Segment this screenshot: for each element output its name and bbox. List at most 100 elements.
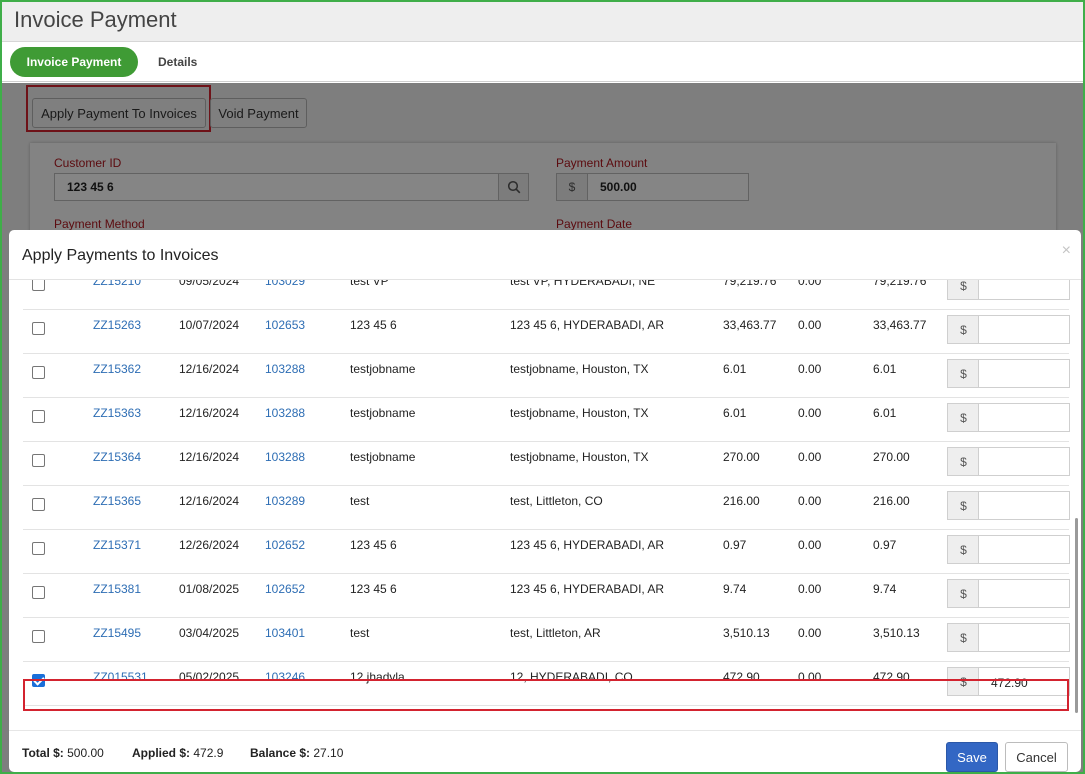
balance-value: 27.10 [313,746,344,760]
job-number-link[interactable]: 103029 [265,280,305,296]
scrollbar-thumb[interactable] [1075,518,1078,713]
row-select-checkbox[interactable] [32,630,45,643]
job-number-link[interactable]: 102652 [265,530,305,560]
paid-amount: 0.00 [798,494,822,508]
invoice-date: 12/26/2024 [179,538,240,552]
invoice-row: ZZ15263 10/07/2024 102653 123 45 6 123 45 6,… [23,310,1070,354]
row-select-checkbox[interactable] [32,322,45,335]
paid-amount: 0.00 [798,406,822,420]
balance-amount: 9.74 [873,582,897,596]
invoice-date: 12/16/2024 [179,450,240,464]
invoice-row: ZZ15363 12/16/2024 103288 testjobname testjo… [23,398,1070,442]
job-name: 123 45 6 [350,318,397,332]
tab-invoice-payment[interactable]: Invoice Payment [10,47,138,77]
row-select-checkbox[interactable] [32,280,45,291]
invoice-number-link[interactable]: ZZ15495 [93,618,141,648]
invoice-number-link[interactable]: ZZ15364 [93,442,141,472]
apply-payments-modal: Apply Payments to Invoices × ZZ15210 09/0… [9,230,1081,772]
save-button[interactable]: Save [946,742,998,772]
row-select-checkbox[interactable] [32,410,45,423]
invoice-row: ZZ15371 12/26/2024 102652 123 45 6 123 45 6,… [23,530,1070,574]
invoice-number-link[interactable]: ZZ15210 [93,280,141,296]
job-number-link[interactable]: 103288 [265,442,305,472]
job-address: test, Littleton, CO [510,494,603,508]
job-name: 123 45 6 [350,538,397,552]
balance-label: Balance $: [250,746,311,760]
invoice-row: ZZ15364 12/16/2024 103288 testjobname testjo… [23,442,1070,486]
job-number-link[interactable]: 102652 [265,574,305,604]
apply-amount-input[interactable] [978,403,1070,432]
invoice-number-link[interactable]: ZZ15365 [93,486,141,516]
invoice-date: 12/16/2024 [179,362,240,376]
total-label: Total $: [22,746,64,760]
job-address: 123 45 6, HYDERABADI, AR [510,318,665,332]
dollar-addon: $ [947,491,979,520]
row-select-checkbox[interactable] [32,366,45,379]
invoice-row: ZZ15210 09/05/2024 103029 test VP test VP, H… [23,280,1070,310]
row-select-checkbox[interactable] [32,586,45,599]
invoice-date: 09/05/2024 [179,280,240,288]
balance-amount: 216.00 [873,494,910,508]
invoice-amount: 9.74 [723,582,747,596]
apply-amount-input[interactable] [978,315,1070,344]
invoice-number-link[interactable]: ZZ15371 [93,530,141,560]
invoice-number-link[interactable]: ZZ15363 [93,398,141,428]
paid-amount: 0.00 [798,450,822,464]
total-summary: Total $: 500.00 [22,746,104,760]
invoice-date: 10/07/2024 [179,318,240,332]
invoice-amount: 3,510.13 [723,626,770,640]
job-name: test [350,626,370,640]
row-select-checkbox[interactable] [32,498,45,511]
balance-amount: 33,463.77 [873,318,927,332]
dollar-addon: $ [947,579,979,608]
job-name: testjobname [350,450,416,464]
invoice-number-link[interactable]: ZZ15381 [93,574,141,604]
balance-amount: 270.00 [873,450,910,464]
dollar-addon: $ [947,315,979,344]
apply-amount-input[interactable] [978,623,1070,652]
total-value: 500.00 [67,746,104,760]
job-name: test VP [350,280,389,288]
close-icon[interactable]: × [1062,242,1071,260]
balance-summary: Balance $: 27.10 [250,746,343,760]
page-title: Invoice Payment [14,7,177,32]
invoice-row: ZZ15495 03/04/2025 103401 test test, Littlet… [23,618,1070,662]
invoice-amount: 216.00 [723,494,760,508]
apply-amount-input[interactable] [978,535,1070,564]
job-name: testjobname [350,406,416,420]
row-select-checkbox[interactable] [32,542,45,555]
balance-amount: 6.01 [873,406,897,420]
dollar-addon: $ [947,447,979,476]
tab-details[interactable]: Details [152,47,203,77]
invoice-row: ZZ15381 01/08/2025 102652 123 45 6 123 45 6,… [23,574,1070,618]
apply-amount-input[interactable] [978,579,1070,608]
balance-amount: 79,219.76 [873,280,927,288]
dollar-addon: $ [947,359,979,388]
apply-amount-input[interactable] [978,491,1070,520]
invoice-number-link[interactable]: ZZ15263 [93,310,141,340]
invoice-number-link[interactable]: ZZ15362 [93,354,141,384]
invoice-list: ZZ15210 09/05/2024 103029 test VP test VP, H… [9,280,1081,716]
balance-amount: 3,510.13 [873,626,920,640]
page-header: Invoice Payment [2,2,1083,42]
apply-amount-input[interactable] [978,280,1070,300]
applied-summary: Applied $: 472.9 [132,746,223,760]
dollar-addon: $ [947,535,979,564]
invoice-amount: 6.01 [723,406,747,420]
modal-footer: Total $: 500.00 Applied $: 472.9 Balance… [9,730,1081,772]
paid-amount: 0.00 [798,582,822,596]
job-number-link[interactable]: 103289 [265,486,305,516]
apply-amount-input[interactable] [978,359,1070,388]
job-number-link[interactable]: 103288 [265,398,305,428]
highlight-selected-row [23,679,1069,711]
job-number-link[interactable]: 103288 [265,354,305,384]
job-address: 123 45 6, HYDERABADI, AR [510,582,665,596]
job-number-link[interactable]: 103401 [265,618,305,648]
apply-amount-input[interactable] [978,447,1070,476]
row-select-checkbox[interactable] [32,454,45,467]
applied-label: Applied $: [132,746,191,760]
balance-amount: 6.01 [873,362,897,376]
invoice-amount: 270.00 [723,450,760,464]
job-number-link[interactable]: 102653 [265,310,305,340]
cancel-button[interactable]: Cancel [1005,742,1068,772]
